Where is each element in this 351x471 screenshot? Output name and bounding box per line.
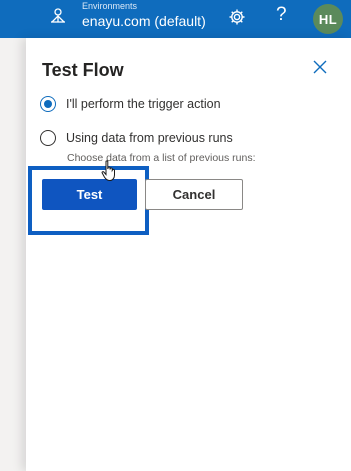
- radio-perform-trigger[interactable]: [40, 96, 56, 112]
- environments-caption[interactable]: Environments: [82, 1, 137, 11]
- gear-icon[interactable]: [228, 8, 246, 26]
- radio-previous-runs[interactable]: [40, 130, 56, 146]
- panel-title: Test Flow: [42, 60, 124, 80]
- close-icon[interactable]: [313, 60, 327, 74]
- hand-pointer-icon: [101, 160, 115, 182]
- option-previous-runs-label: Using data from previous runs: [66, 131, 233, 145]
- option-previous-runs[interactable]: Using data from previous runs: [40, 130, 233, 146]
- option-perform-trigger-label: I'll perform the trigger action: [66, 97, 221, 111]
- help-icon[interactable]: ?: [276, 5, 287, 25]
- test-flow-screen: Environments enayu.com (default) ? HL Te…: [0, 0, 351, 471]
- environment-name[interactable]: enayu.com (default): [82, 13, 206, 29]
- option-perform-trigger[interactable]: I'll perform the trigger action: [40, 96, 221, 112]
- background-app-area: [0, 38, 26, 471]
- cancel-button[interactable]: Cancel: [145, 179, 243, 210]
- test-button[interactable]: Test: [42, 179, 137, 210]
- avatar[interactable]: HL: [313, 4, 343, 34]
- previous-runs-note: Choose data from a list of previous runs…: [67, 152, 256, 164]
- test-flow-panel: Test Flow I'll perform the trigger actio…: [26, 38, 351, 471]
- top-header-bar: Environments enayu.com (default) ? HL: [0, 0, 351, 38]
- environment-icon[interactable]: [49, 7, 67, 25]
